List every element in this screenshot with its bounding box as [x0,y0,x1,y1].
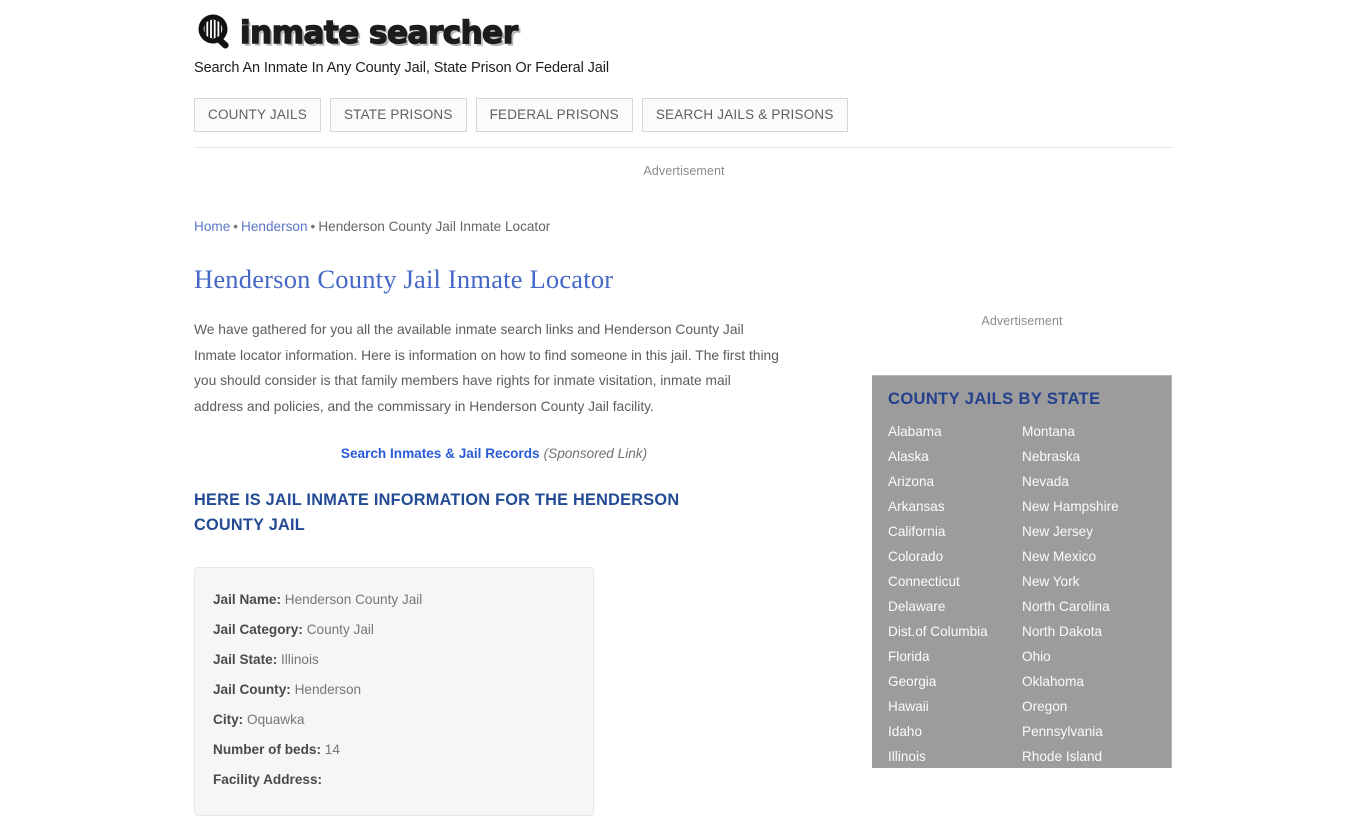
site-logo[interactable]: inmate searcher [194,10,1174,56]
info-value: 14 [324,742,340,757]
sidebar-state-column-left: Alabama Alaska Arizona Arkansas Californ… [888,419,1022,768]
jail-info-card: Jail Name: Henderson County Jail Jail Ca… [194,567,594,816]
sidebar-item-new-mexico[interactable]: New Mexico [1022,544,1156,569]
info-label: Number of beds: [213,742,321,757]
sidebar-item-new-hampshire[interactable]: New Hampshire [1022,494,1156,519]
sidebar-item-alabama[interactable]: Alabama [888,419,1022,444]
info-row-jail-category: Jail Category: County Jail [213,615,575,645]
page-title: Henderson County Jail Inmate Locator [194,264,614,294]
info-label: Jail State: [213,652,278,667]
breadcrumb-separator: • [233,219,239,234]
intro-paragraph: We have gathered for you all the availab… [194,322,779,414]
info-value: Henderson [294,682,362,697]
info-row-jail-name: Jail Name: Henderson County Jail [213,585,575,615]
sidebar-item-montana[interactable]: Montana [1022,419,1156,444]
info-label: Facility Address: [213,772,323,787]
sidebar-item-dist-of-columbia[interactable]: Dist.of Columbia [888,619,1022,644]
page-root: inmate searcher Search An Inmate In Any … [0,0,1366,816]
info-label: Jail Name: [213,592,282,607]
primary-nav: COUNTY JAILS STATE PRISONS FEDERAL PRISO… [194,98,848,132]
info-row-jail-county: Jail County: Henderson [213,675,575,705]
info-value: County Jail [306,622,374,637]
top-advertisement-label: Advertisement [643,164,725,178]
nav-item-search-jails-prisons[interactable]: SEARCH JAILS & PRISONS [641,98,848,132]
sidebar-item-oklahoma[interactable]: Oklahoma [1022,669,1156,694]
sidebar-item-pennsylvania[interactable]: Pennsylvania [1022,719,1156,744]
nav-item-state-prisons[interactable]: STATE PRISONS [329,98,467,132]
sponsored-search-link[interactable]: Search Inmates & Jail Records [341,446,540,461]
sidebar-item-georgia[interactable]: Georgia [888,669,1022,694]
sidebar-state-columns: Alabama Alaska Arizona Arkansas Californ… [888,419,1155,768]
info-row-facility-address: Facility Address: [213,765,575,795]
site-header: inmate searcher Search An Inmate In Any … [194,10,1174,76]
sidebar-item-alaska[interactable]: Alaska [888,444,1022,469]
sidebar-item-ohio[interactable]: Ohio [1022,644,1156,669]
magnifying-glass-jail-bars-icon [194,11,238,55]
sidebar-item-colorado[interactable]: Colorado [888,544,1022,569]
sidebar-item-illinois[interactable]: Illinois [888,744,1022,768]
sidebar-item-idaho[interactable]: Idaho [888,719,1022,744]
nav-divider [194,147,1174,148]
sidebar-item-nevada[interactable]: Nevada [1022,469,1156,494]
info-value: Illinois [281,652,319,667]
sidebar-item-connecticut[interactable]: Connecticut [888,569,1022,594]
sidebar-item-oregon[interactable]: Oregon [1022,694,1156,719]
info-value: Henderson County Jail [284,592,423,607]
info-value: Oquawka [247,712,305,727]
sidebar-item-north-dakota[interactable]: North Dakota [1022,619,1156,644]
nav-item-county-jails[interactable]: COUNTY JAILS [194,98,321,132]
site-logo-text: inmate searcher [239,14,518,51]
sidebar-item-north-carolina[interactable]: North Carolina [1022,594,1156,619]
info-row-city: City: Oquawka [213,705,575,735]
info-label: Jail County: [213,682,291,697]
side-advertisement-label: Advertisement [981,314,1063,328]
info-label: Jail Category: [213,622,303,637]
sidebar-item-rhode-island[interactable]: Rhode Island [1022,744,1156,768]
breadcrumb: Home • Henderson • Henderson County Jail Inm… [194,219,550,234]
info-label: City: [213,712,244,727]
sidebar-item-hawaii[interactable]: Hawaii [888,694,1022,719]
sidebar-item-california[interactable]: California [888,519,1022,544]
sidebar-item-new-york[interactable]: New York [1022,569,1156,594]
sidebar-item-nebraska[interactable]: Nebraska [1022,444,1156,469]
sidebar-title: COUNTY JAILS BY STATE [888,390,1101,408]
breadcrumb-link-henderson[interactable]: Henderson [241,219,308,234]
breadcrumb-link-home[interactable]: Home [194,219,230,234]
breadcrumb-current: Henderson County Jail Inmate Locator [318,219,551,234]
info-row-number-of-beds: Number of beds: 14 [213,735,575,765]
sponsored-note: (Sponsored Link) [543,446,648,461]
sidebar-county-jails-by-state: COUNTY JAILS BY STATE Alabama Alaska Ari… [872,375,1172,768]
breadcrumb-separator: • [310,219,316,234]
main-content: Henderson County Jail Inmate Locator We … [194,262,794,816]
section-heading: HERE IS JAIL INMATE INFORMATION FOR THE … [194,491,680,534]
sponsored-link-row: Search Inmates & Jail Records (Sponsored … [194,446,794,461]
sidebar-state-column-right: Montana Nebraska Nevada New Hampshire Ne… [1022,419,1156,768]
nav-item-federal-prisons[interactable]: FEDERAL PRISONS [475,98,633,132]
sidebar-item-delaware[interactable]: Delaware [888,594,1022,619]
sidebar-item-arkansas[interactable]: Arkansas [888,494,1022,519]
sidebar-item-arizona[interactable]: Arizona [888,469,1022,494]
site-tagline: Search An Inmate In Any County Jail, Sta… [194,60,610,76]
info-row-jail-state: Jail State: Illinois [213,645,575,675]
sidebar-item-florida[interactable]: Florida [888,644,1022,669]
sidebar-item-new-jersey[interactable]: New Jersey [1022,519,1156,544]
